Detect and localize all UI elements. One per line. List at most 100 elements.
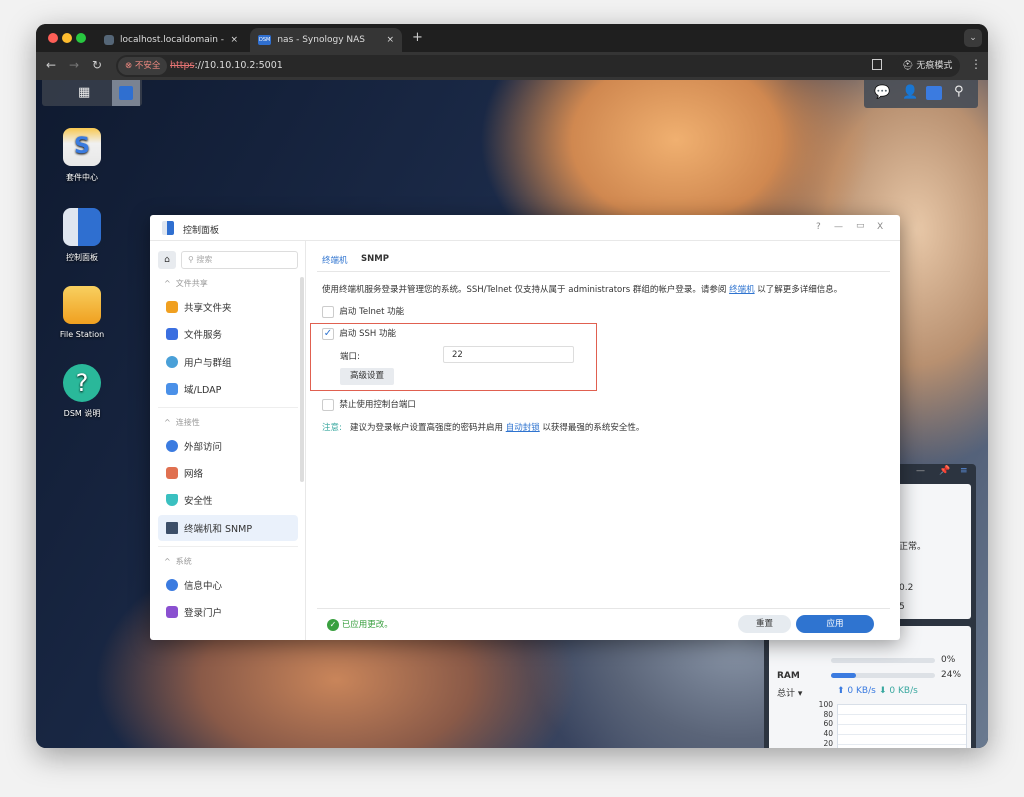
incognito-chip[interactable]: ⛑ 无痕模式 <box>894 55 961 77</box>
close-window-button[interactable] <box>48 33 58 43</box>
warning-icon: ⊗ <box>125 61 133 71</box>
url-text[interactable]: https://10.10.10.2:5001 <box>170 60 283 71</box>
sidebar-item-terminal-snmp[interactable]: 终端机和 SNMP <box>158 515 298 541</box>
check-circle-icon: ✓ <box>327 619 339 631</box>
vmware-icon <box>104 35 114 45</box>
desktop-icon-control-panel[interactable]: 控制面板 <box>42 208 122 263</box>
network-house-icon <box>166 467 178 479</box>
console-option: 禁止使用控制台端口 <box>322 398 416 411</box>
sidebar: ⌂ ⚲ 搜索 ^ 文件共享 共享文件夹 文件服务 用户与群组 域/LDAP ^ … <box>150 241 306 640</box>
widget-menu-icon[interactable]: ≡ <box>960 466 968 476</box>
note-text: 注意: 建议为登录帐户设置高强度的密码并启用 自动封锁 以获得最强的系统安全性。 <box>322 423 645 433</box>
upload-rate: ⬆ 0 KB/s <box>837 686 876 696</box>
search-icon[interactable]: ⚲ <box>954 84 964 99</box>
desktop-icon-package-center[interactable]: S 套件中心 <box>42 128 122 183</box>
intro-text: 使用终端机服务登录并管理您的系统。SSH/Telnet 仅支持从属于 admin… <box>322 285 843 295</box>
taskbar-control-panel[interactable] <box>112 80 140 106</box>
help-icon: ? <box>63 364 101 402</box>
advanced-settings-button[interactable]: 高级设置 <box>340 368 394 385</box>
section-file-sharing[interactable]: ^ 文件共享 <box>164 278 208 289</box>
minimize-window-button[interactable] <box>62 33 72 43</box>
section-system[interactable]: ^ 系统 <box>164 556 192 567</box>
info-icon <box>166 579 178 591</box>
forward-icon[interactable]: → <box>69 58 79 72</box>
status-message: ✓ 已应用更改。 <box>327 618 393 631</box>
folder-icon <box>63 286 101 324</box>
search-input[interactable]: ⚲ 搜索 <box>181 251 298 269</box>
widget-minimize-icon[interactable]: — <box>916 466 925 476</box>
telnet-checkbox[interactable] <box>322 305 334 318</box>
apply-button[interactable]: 应用 <box>796 615 874 633</box>
dsm-desktop: ▦ 💬 👤 ⚲ S 套件中心 控制面板 File Station ? DSM 说明 … <box>36 80 988 748</box>
incognito-icon: ⛑ <box>902 61 914 71</box>
ssh-option: ✓ 启动 SSH 功能 <box>322 327 396 340</box>
network-chart <box>837 704 967 748</box>
tab-search-button[interactable]: ⌄ <box>964 29 982 47</box>
console-checkbox[interactable] <box>322 398 334 411</box>
zoom-window-button[interactable] <box>76 33 86 43</box>
shield-icon <box>166 494 178 506</box>
terminal-help-link[interactable]: 终端机 <box>729 285 755 295</box>
side-panel-icon[interactable] <box>872 59 882 70</box>
top-right-tray: 💬 👤 ⚲ <box>864 80 978 108</box>
desktop-icon-dsm-help[interactable]: ? DSM 说明 <box>42 364 122 419</box>
new-tab-button[interactable]: + <box>412 30 423 45</box>
close-button[interactable]: X <box>877 222 883 232</box>
ssh-port-input[interactable]: 22 <box>443 346 574 363</box>
maximize-button[interactable]: ▭ <box>856 221 865 231</box>
tab-divider <box>317 271 890 272</box>
section-connectivity[interactable]: ^ 连接性 <box>164 417 200 428</box>
sidebar-item-external-access[interactable]: 外部访问 <box>158 433 298 459</box>
minimize-button[interactable]: — <box>834 222 843 232</box>
sidebar-item-security[interactable]: 安全性 <box>158 487 298 513</box>
tab-vmware[interactable]: localhost.localdomain - VMw × <box>96 28 246 52</box>
tab-snmp[interactable]: SNMP <box>361 254 389 264</box>
sidebar-item-file-services[interactable]: 文件服务 <box>158 321 298 347</box>
dialog-titlebar: 控制面板 ? — ▭ X <box>150 215 900 241</box>
close-tab-icon[interactable]: × <box>386 35 394 45</box>
notification-icon[interactable]: 💬 <box>874 85 890 100</box>
control-panel-dialog: 控制面板 ? — ▭ X ⌂ ⚲ 搜索 ^ 文件共享 共享文件夹 文件服务 用户… <box>150 215 900 640</box>
divider <box>158 407 298 408</box>
sidebar-item-shared-folder[interactable]: 共享文件夹 <box>158 294 298 320</box>
sidebar-item-network[interactable]: 网络 <box>158 460 298 486</box>
back-icon[interactable]: ← <box>46 58 56 72</box>
file-services-icon <box>166 328 178 340</box>
search-icon: ⚲ <box>188 255 194 264</box>
user-icon[interactable]: 👤 <box>902 85 918 100</box>
sidebar-item-domain-ldap[interactable]: 域/LDAP <box>158 376 298 402</box>
pin-icon[interactable]: 📌 <box>939 466 950 476</box>
folder-icon <box>166 301 178 313</box>
download-rate: ⬇ 0 KB/s <box>879 686 918 696</box>
dsm-favicon: DSM <box>258 35 272 45</box>
auto-block-link[interactable]: 自动封锁 <box>506 423 540 433</box>
ssh-checkbox[interactable]: ✓ <box>322 327 334 340</box>
telnet-option: 启动 Telnet 功能 <box>322 305 404 318</box>
control-panel-icon <box>162 221 174 235</box>
menu-icon[interactable]: ⋮ <box>970 57 982 71</box>
sidebar-scrollbar[interactable] <box>300 277 304 482</box>
reset-button[interactable]: 重置 <box>738 615 791 633</box>
main-menu-icon[interactable]: ▦ <box>78 86 92 100</box>
sidebar-item-login-portal[interactable]: 登录门户 <box>158 599 298 625</box>
reload-icon[interactable]: ↻ <box>92 58 102 72</box>
sidebar-item-users-groups[interactable]: 用户与群组 <box>158 349 298 375</box>
taskbar: ▦ <box>42 80 142 106</box>
home-button[interactable]: ⌂ <box>158 251 176 269</box>
browser-toolbar: ← → ↻ ⊗ 不安全 https://10.10.10.2:5001 ☆ ⛑ … <box>36 52 988 80</box>
close-tab-icon[interactable]: × <box>230 35 238 45</box>
tab-terminal[interactable]: 终端机 <box>322 254 348 266</box>
chart-y-ticks: 100806040200 <box>818 700 833 748</box>
divider <box>158 546 298 547</box>
ldap-icon <box>166 383 178 395</box>
widgets-icon[interactable] <box>926 86 942 100</box>
tab-synology[interactable]: DSM nas - Synology NAS × <box>250 28 402 52</box>
resource-monitor-card: 0% RAM 24% 总计 ▾ ⬆ 0 KB/s ⬇ 0 KB/s 100 80 6… <box>769 626 971 748</box>
browser-window: localhost.localdomain - VMw × DSM nas - … <box>36 24 988 748</box>
sidebar-item-info-center[interactable]: 信息中心 <box>158 572 298 598</box>
help-button[interactable]: ? <box>816 222 821 232</box>
security-chip[interactable]: ⊗ 不安全 <box>118 57 168 75</box>
total-dropdown[interactable]: 总计 ▾ <box>777 686 802 699</box>
desktop-icon-file-station[interactable]: File Station <box>42 286 122 339</box>
address-bar[interactable]: ⊗ 不安全 https://10.10.10.2:5001 ☆ <box>116 55 916 77</box>
